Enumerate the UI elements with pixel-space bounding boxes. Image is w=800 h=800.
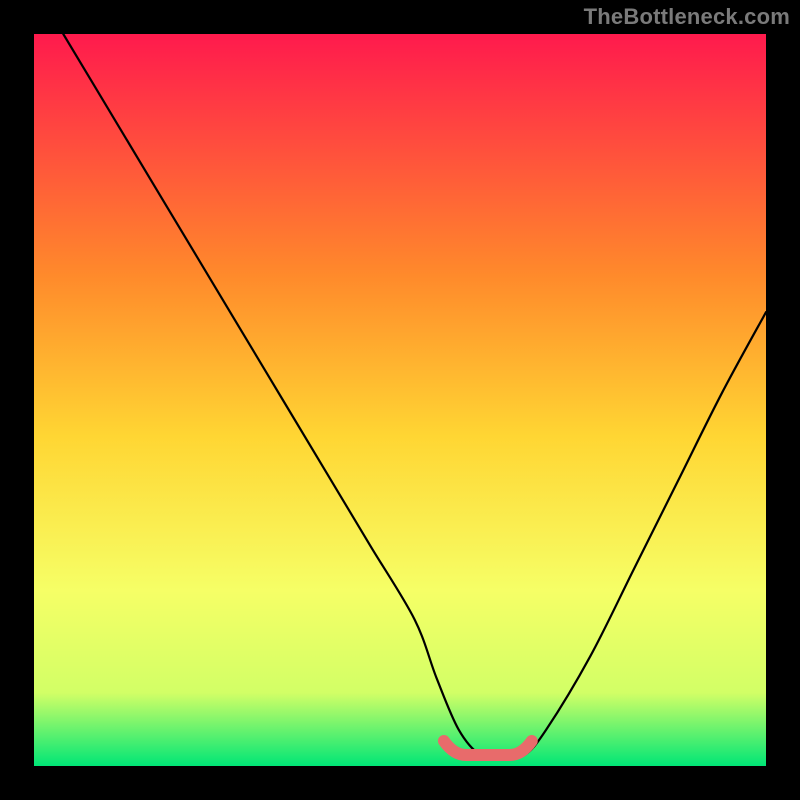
plot-area [34,34,766,766]
gradient-background [34,34,766,766]
chart-frame: TheBottleneck.com [0,0,800,800]
watermark-text: TheBottleneck.com [584,4,790,30]
bottleneck-plot [34,34,766,766]
